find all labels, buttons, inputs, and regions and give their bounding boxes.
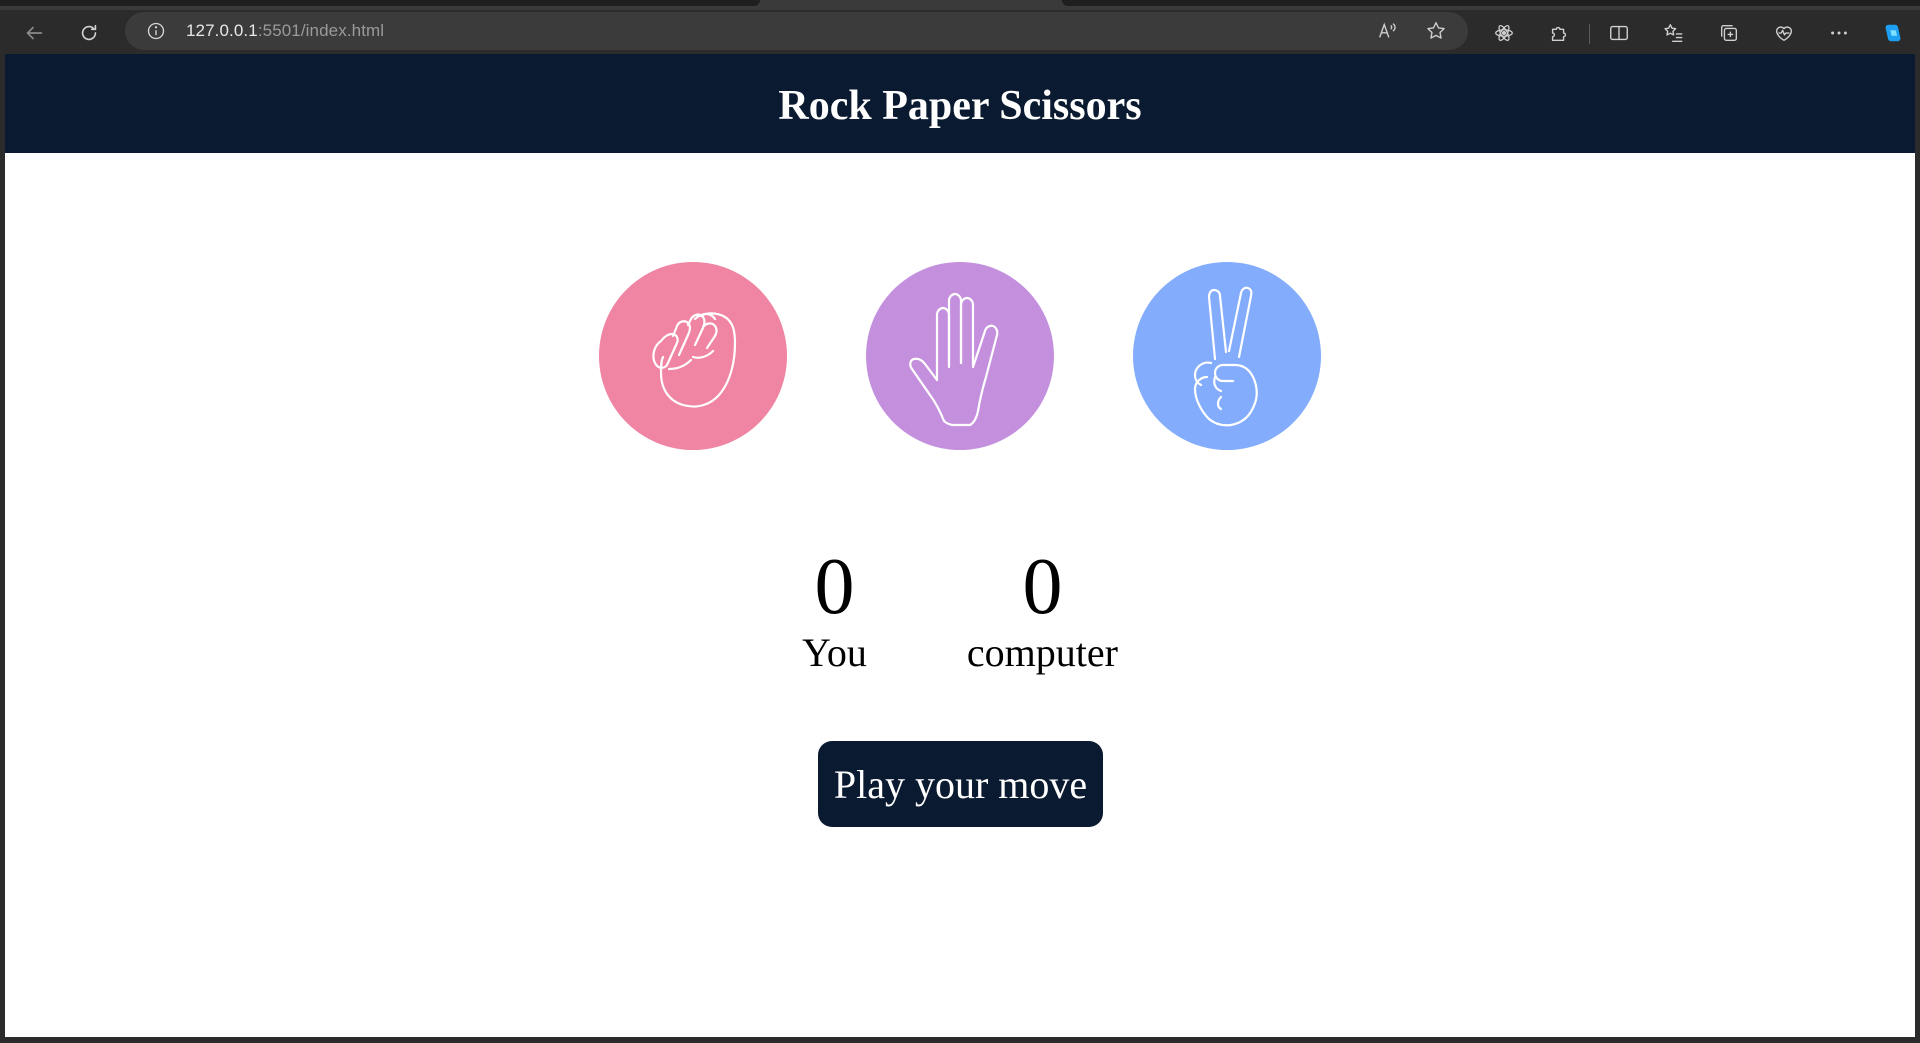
paper-choice-button[interactable] <box>866 262 1054 450</box>
copilot-icon[interactable] <box>1876 16 1910 50</box>
page-title: Rock Paper Scissors <box>778 82 1142 129</box>
app-header: Rock Paper Scissors <box>5 54 1915 153</box>
extension-react-icon[interactable] <box>1487 16 1521 50</box>
read-aloud-icon[interactable] <box>1375 19 1399 43</box>
rock-choice-button[interactable] <box>599 262 787 450</box>
computer-score: 0 <box>1022 543 1063 631</box>
scissors-hand-icon <box>1193 286 1258 427</box>
address-bar[interactable]: 127.0.0.1:5501/index.html <box>125 12 1468 50</box>
extensions-puzzle-icon[interactable] <box>1542 16 1576 50</box>
computer-score-block: 0 computer <box>967 544 1118 676</box>
collections-icon[interactable] <box>1712 16 1746 50</box>
url-host: 127.0.0.1 <box>186 21 258 40</box>
back-icon[interactable] <box>17 16 51 50</box>
play-move-button[interactable]: Play your move <box>818 741 1103 827</box>
scissors-choice-button[interactable] <box>1133 262 1321 450</box>
paper-hand-icon <box>909 292 999 427</box>
url-text[interactable]: 127.0.0.1:5501/index.html <box>186 21 384 41</box>
rock-fist-icon <box>652 312 737 408</box>
more-options-icon[interactable] <box>1822 16 1856 50</box>
user-score-label: You <box>802 630 867 675</box>
toolbar-divider <box>1589 24 1590 44</box>
favorites-list-icon[interactable] <box>1657 16 1691 50</box>
user-score: 0 <box>814 543 855 631</box>
browser-essentials-icon[interactable] <box>1767 16 1801 50</box>
favorite-star-icon[interactable] <box>1424 19 1448 43</box>
site-info-icon[interactable] <box>145 20 167 42</box>
choices-row <box>5 262 1915 450</box>
computer-score-label: computer <box>966 630 1118 675</box>
window-bottom-edge <box>0 1037 1920 1043</box>
url-path: :5501/index.html <box>257 21 385 40</box>
browser-tab[interactable] <box>1062 0 1920 6</box>
user-score-block: 0 You <box>802 544 867 676</box>
browser-tab[interactable] <box>0 0 760 6</box>
refresh-icon[interactable] <box>72 16 106 50</box>
scoreboard: 0 You 0 computer <box>5 544 1915 676</box>
page-viewport: Rock Paper Scissors 0 You 0 computer Pla… <box>5 54 1915 1037</box>
browser-toolbar: 127.0.0.1:5501/index.html <box>0 10 1920 56</box>
split-screen-icon[interactable] <box>1602 16 1636 50</box>
